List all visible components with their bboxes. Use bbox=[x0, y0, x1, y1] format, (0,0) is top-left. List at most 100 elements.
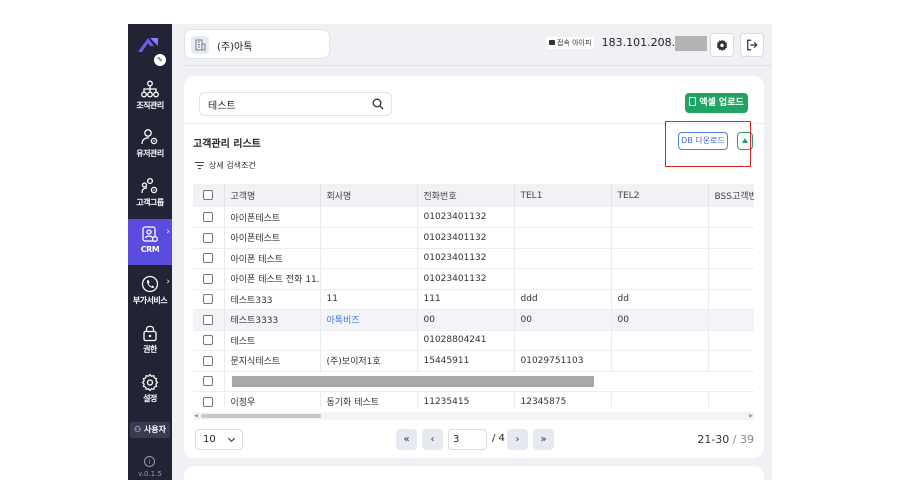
company-selector[interactable]: (주)아톡 bbox=[184, 29, 330, 59]
per-page-value: 10 bbox=[203, 434, 216, 445]
table-row[interactable]: 아이폰테스트 01023401132 bbox=[193, 207, 754, 228]
search-input[interactable] bbox=[208, 97, 358, 112]
table-row[interactable]: 테스트333 11 111 ddd dd bbox=[193, 289, 754, 310]
table-row[interactable]: 아이폰 테스트 전화 11... 01023401132 bbox=[193, 268, 754, 290]
row-checkbox[interactable] bbox=[203, 335, 214, 345]
sidebar-item-permissions[interactable]: 권한 bbox=[128, 318, 172, 364]
table-row[interactable]: 테스트 01028804241 bbox=[193, 330, 754, 351]
sidebar-item-crm[interactable]: › CRM bbox=[128, 219, 172, 265]
column-header[interactable]: BSS고객번 bbox=[708, 184, 754, 207]
company-name: (주)아톡 bbox=[217, 42, 253, 53]
edit-icon[interactable]: ✎ bbox=[154, 54, 166, 66]
row-checkbox[interactable] bbox=[203, 376, 214, 386]
chevron-right-icon: › bbox=[166, 227, 170, 237]
cell bbox=[708, 227, 754, 249]
cell bbox=[611, 248, 709, 269]
table-row[interactable]: 테스트3333 아톡비즈 00 00 00 bbox=[193, 309, 754, 331]
prev-page-button[interactable]: ‹ bbox=[422, 429, 443, 450]
cell: dd bbox=[611, 289, 709, 310]
sidebar-item-label: 유저관리 bbox=[136, 149, 164, 158]
cell bbox=[514, 227, 612, 249]
header-divider bbox=[184, 65, 772, 66]
cell: 00 bbox=[611, 309, 709, 331]
org-chart-icon bbox=[141, 80, 159, 98]
phone-icon bbox=[141, 275, 159, 293]
row-select-cell bbox=[193, 350, 225, 372]
app-window: ✎ 조직관리 유저관리 고객그룹 › CRM › 부가서비스 권한 설정 ⚇ 사… bbox=[128, 24, 772, 480]
customer-list-card: 엑셀 업로드 고객관리 리스트 DB 다운로드 상세 검색조건 고객명 회사명 … bbox=[184, 76, 764, 458]
column-header[interactable]: 전화번호 bbox=[417, 184, 515, 207]
last-page-button[interactable]: » bbox=[533, 429, 554, 450]
cell bbox=[611, 330, 709, 351]
user-button-label: 사용자 bbox=[143, 425, 167, 434]
detail-filter-toggle[interactable]: 상세 검색조건 bbox=[195, 160, 256, 171]
column-header[interactable]: 고객명 bbox=[224, 184, 321, 207]
logout-button[interactable] bbox=[740, 33, 764, 57]
filter-label: 상세 검색조건 bbox=[209, 161, 256, 170]
table-row[interactable] bbox=[193, 371, 754, 392]
row-checkbox[interactable] bbox=[203, 253, 214, 263]
row-checkbox[interactable] bbox=[203, 211, 214, 222]
cell bbox=[611, 268, 709, 290]
cell bbox=[320, 330, 418, 351]
cell: 01023401132 bbox=[417, 207, 515, 228]
cell: 12345875 bbox=[514, 391, 612, 407]
table-row[interactable]: 이정우 동기화 테스트 11235415 12345875 bbox=[193, 391, 754, 407]
select-all-checkbox[interactable] bbox=[203, 190, 214, 201]
first-page-button[interactable]: « bbox=[396, 429, 417, 450]
cell bbox=[514, 207, 612, 228]
table-row[interactable]: 아이폰 테스트 01023401132 bbox=[193, 248, 754, 269]
row-select-cell bbox=[193, 248, 225, 269]
scroll-right-icon[interactable]: ▶ bbox=[749, 413, 753, 419]
column-header[interactable]: TEL2 bbox=[611, 184, 709, 207]
excel-upload-button[interactable]: 엑셀 업로드 bbox=[685, 93, 748, 113]
page-number-input[interactable]: 3 bbox=[448, 429, 487, 450]
excel-upload-label: 엑셀 업로드 bbox=[699, 98, 744, 108]
row-checkbox[interactable] bbox=[203, 273, 214, 284]
cell bbox=[611, 227, 709, 249]
table-row[interactable]: 문지식테스트 (주)보이저1호 15445911 01029751103 bbox=[193, 350, 754, 372]
app-logo[interactable]: ✎ bbox=[136, 34, 166, 66]
result-range: 21-30 / 39 bbox=[697, 433, 754, 446]
version-label: v.0.1.5 bbox=[138, 470, 162, 478]
table-row[interactable]: 아이폰테스트 01023401132 bbox=[193, 227, 754, 249]
logout-icon bbox=[747, 39, 758, 51]
search-icon[interactable] bbox=[372, 98, 384, 110]
row-checkbox[interactable] bbox=[203, 294, 214, 304]
highlight-box bbox=[665, 121, 751, 167]
settings-button[interactable] bbox=[710, 33, 734, 57]
sidebar-item-org[interactable]: 조직관리 bbox=[128, 74, 172, 120]
row-checkbox[interactable] bbox=[203, 355, 214, 366]
cell bbox=[708, 330, 754, 351]
cell: ddd bbox=[514, 289, 612, 310]
row-select-cell bbox=[193, 371, 225, 392]
group-gear-icon bbox=[141, 177, 158, 194]
company-link[interactable]: 아톡비즈 bbox=[320, 309, 418, 331]
scroll-left-icon[interactable]: ◀ bbox=[194, 413, 198, 419]
scrollbar-thumb[interactable] bbox=[201, 414, 321, 418]
user-button[interactable]: ⚇ 사용자 bbox=[130, 422, 170, 438]
cell: 테스트 bbox=[224, 330, 321, 351]
lock-icon bbox=[143, 325, 157, 342]
next-page-button[interactable]: › bbox=[507, 429, 528, 450]
row-checkbox[interactable] bbox=[203, 396, 214, 407]
cell bbox=[708, 248, 754, 269]
row-select-cell bbox=[193, 330, 225, 351]
cell bbox=[611, 391, 709, 407]
horizontal-scrollbar[interactable]: ◀ ▶ bbox=[193, 412, 754, 420]
info-icon[interactable]: i bbox=[144, 456, 155, 467]
per-page-select[interactable]: 10 bbox=[195, 429, 243, 450]
column-header[interactable]: 회사명 bbox=[320, 184, 418, 207]
sidebar-item-users[interactable]: 유저관리 bbox=[128, 122, 172, 168]
row-checkbox[interactable] bbox=[203, 232, 214, 243]
file-icon bbox=[689, 97, 697, 106]
sidebar-item-addons[interactable]: › 부가서비스 bbox=[128, 269, 172, 315]
row-checkbox[interactable] bbox=[203, 314, 214, 325]
sidebar-item-groups[interactable]: 고객그룹 bbox=[128, 171, 172, 217]
chevron-right-icon: › bbox=[166, 277, 170, 287]
column-header[interactable]: TEL1 bbox=[514, 184, 612, 207]
row-select-cell bbox=[193, 391, 225, 407]
cell: 아이폰 테스트 전화 11... bbox=[224, 268, 321, 290]
sidebar-item-settings[interactable]: 설정 bbox=[128, 367, 172, 413]
list-title: 고객관리 리스트 bbox=[193, 139, 261, 150]
